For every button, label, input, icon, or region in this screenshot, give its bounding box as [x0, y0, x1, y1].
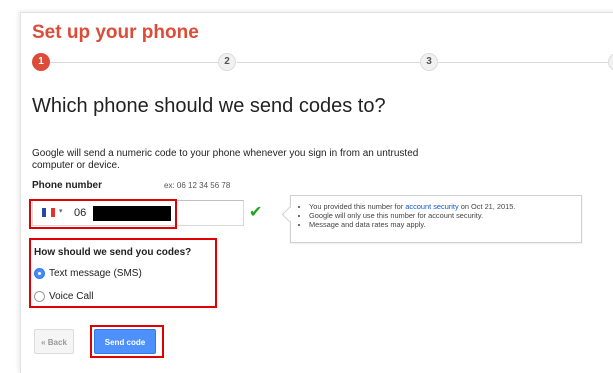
radio-option-voice[interactable]: Voice Call: [34, 289, 93, 303]
delivery-method-label: How should we send you codes?: [34, 247, 192, 258]
phone-number-label: Phone number: [32, 180, 103, 191]
radio-unchecked-icon[interactable]: [34, 290, 45, 302]
step-connector: [50, 62, 218, 63]
checkmark-icon: ✔: [249, 204, 263, 221]
step-connector: [237, 62, 420, 63]
radio-option-sms[interactable]: Text message (SMS): [34, 266, 142, 280]
phone-example-hint: ex: 06 12 34 56 78: [164, 181, 231, 190]
account-security-link[interactable]: account security: [405, 202, 458, 211]
info-line-2: Google will only use this number for acc…: [309, 211, 581, 220]
step-connector: [438, 62, 608, 63]
country-flag-icon[interactable]: [42, 208, 55, 217]
radio-option-label: Voice Call: [49, 290, 94, 302]
redaction-block: [93, 206, 171, 221]
info-tooltip: You provided this number for account sec…: [290, 195, 582, 243]
back-button[interactable]: « Back: [34, 329, 74, 354]
description-text: Google will send a numeric code to your …: [32, 148, 419, 171]
info-line-3: Message and data rates may apply.: [309, 220, 581, 229]
phone-number-value: 06: [74, 207, 87, 219]
chevron-down-icon[interactable]: ▾: [59, 207, 63, 215]
step-4-indicator: 4: [608, 53, 613, 71]
radio-checked-icon[interactable]: [34, 267, 45, 279]
info-line-1: You provided this number for account sec…: [309, 202, 581, 211]
page-title: Set up your phone: [32, 22, 199, 43]
phone-number-input[interactable]: ▾ 06: [32, 200, 244, 226]
step-1-indicator: 1: [32, 53, 50, 71]
radio-option-label: Text message (SMS): [49, 267, 142, 279]
step-3-indicator: 3: [420, 53, 438, 71]
step-2-indicator: 2: [218, 53, 236, 71]
send-code-button[interactable]: Send code: [94, 329, 156, 354]
section-heading: Which phone should we send codes to?: [32, 95, 386, 117]
progress-stepper: 1 2 3 4: [32, 53, 613, 73]
